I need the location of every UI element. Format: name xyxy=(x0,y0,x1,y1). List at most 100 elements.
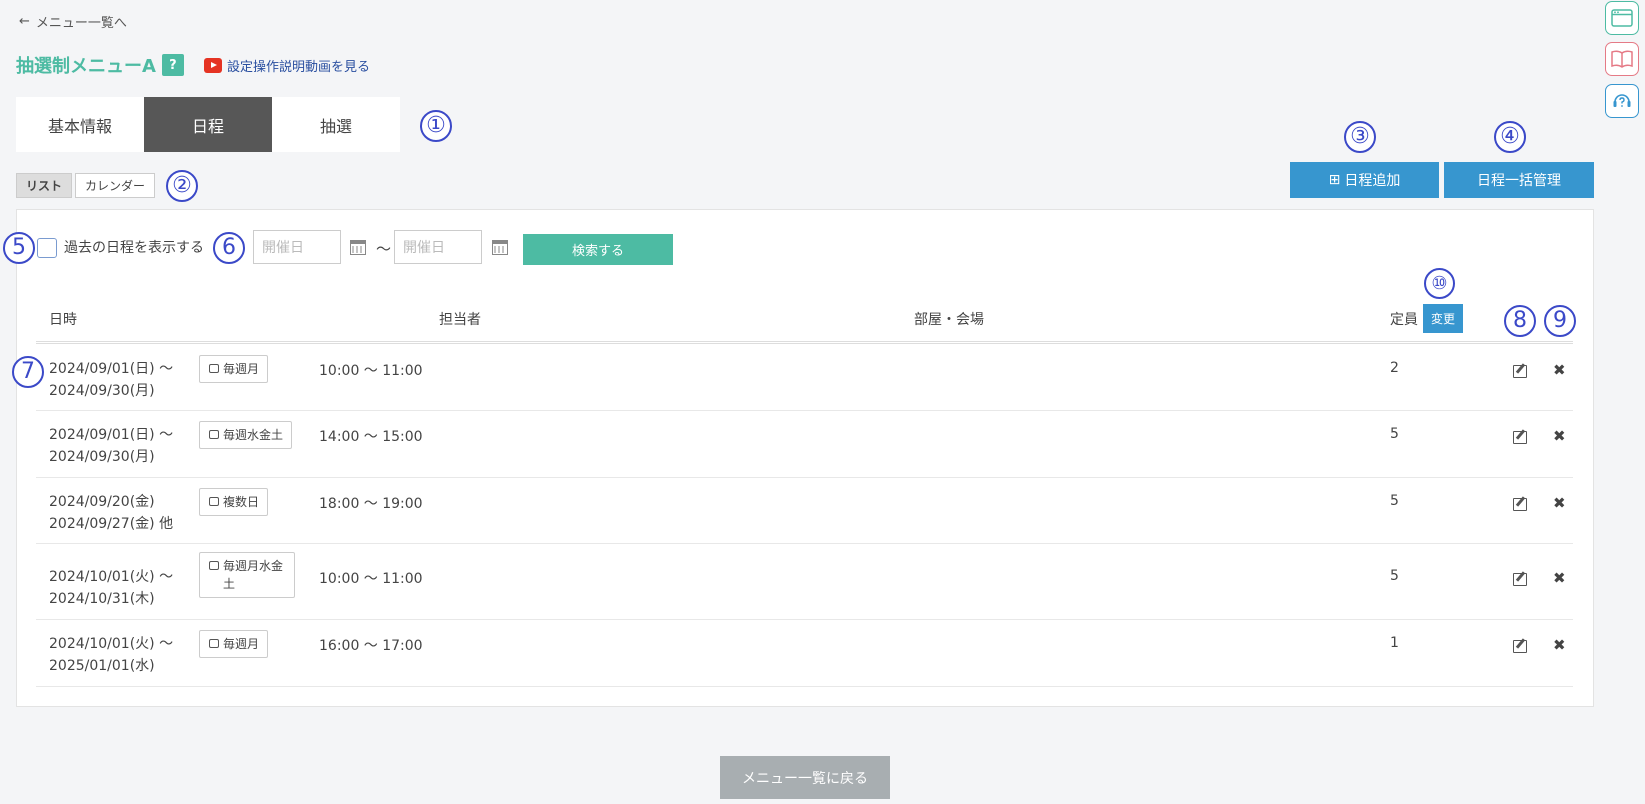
annotation-9: 9 xyxy=(1544,305,1576,337)
book-icon[interactable] xyxy=(1605,42,1639,76)
repeat-icon xyxy=(209,639,219,648)
tab-lottery[interactable]: 抽選 xyxy=(272,97,400,152)
table-row: 2024/10/01(火) 〜 2025/01/01(水) 毎週月 16:00 … xyxy=(36,620,1573,687)
view-toggle: リスト カレンダー xyxy=(16,173,156,198)
tab-schedule[interactable]: 日程 xyxy=(144,97,272,152)
capacity-change-button[interactable]: 変更 xyxy=(1423,304,1463,333)
add-schedule-label: 日程追加 xyxy=(1344,173,1401,189)
delete-icon[interactable]: ✖ xyxy=(1553,636,1566,654)
show-past-label: 過去の日程を表示する xyxy=(64,240,204,256)
edit-icon[interactable] xyxy=(1513,498,1527,511)
row-time: 10:00 〜 11:00 xyxy=(319,363,423,379)
page-title: 抽選制メニューA xyxy=(16,56,156,77)
table-row: 2024/09/20(金) 2024/09/27(金) 他 複数日 18:00 … xyxy=(36,478,1573,544)
video-link[interactable]: 設定操作説明動画を見る xyxy=(203,56,370,75)
row-date-start: 2024/10/01(火) 〜 xyxy=(49,636,174,652)
row-capacity: 2 xyxy=(1390,360,1399,376)
annotation-1: ① xyxy=(420,110,452,142)
annotation-2: ② xyxy=(166,170,198,202)
row-date-start: 2024/09/01(日) 〜 xyxy=(49,427,174,443)
recurrence-badge: 毎週月水金土 xyxy=(199,552,295,598)
recurrence-label: 毎週月水金土 xyxy=(223,559,284,591)
support-icon[interactable] xyxy=(1605,84,1639,118)
range-separator: 〜 xyxy=(376,240,392,258)
back-to-menu-link[interactable]: ← メニュー一覧へ xyxy=(19,12,127,31)
edit-icon[interactable] xyxy=(1513,365,1527,378)
delete-icon[interactable]: ✖ xyxy=(1553,494,1566,512)
bulk-manage-button[interactable]: 日程一括管理 xyxy=(1444,162,1594,198)
start-date-input[interactable]: 開催日 xyxy=(253,230,341,264)
show-past-checkbox[interactable] xyxy=(37,238,57,258)
row-time: 10:00 〜 11:00 xyxy=(319,571,423,587)
row-date-start: 2024/10/01(火) 〜 xyxy=(49,569,174,585)
video-link-label: 設定操作説明動画を見る xyxy=(226,59,370,75)
annotation-3: ③ xyxy=(1344,121,1376,153)
edit-icon[interactable] xyxy=(1513,431,1527,444)
plus-square-icon: ⊞ xyxy=(1328,172,1341,188)
row-time: 18:00 〜 19:00 xyxy=(319,496,423,512)
table-row: 2024/09/01(日) 〜 2024/09/30(月) 毎週水金土 14:0… xyxy=(36,411,1573,478)
row-date-end: 2024/10/31(木) xyxy=(49,591,155,607)
header-divider xyxy=(36,341,1573,344)
recurrence-badge: 複数日 xyxy=(199,488,269,516)
row-time: 14:00 〜 15:00 xyxy=(319,429,423,445)
row-capacity: 5 xyxy=(1390,568,1399,584)
calendar-icon[interactable] xyxy=(492,240,508,255)
recurrence-label: 毎週月 xyxy=(223,637,260,651)
recurrence-label: 複数日 xyxy=(223,495,260,509)
header-room: 部屋・会場 xyxy=(914,312,984,328)
row-capacity: 1 xyxy=(1390,635,1399,651)
back-link-label: メニュー一覧へ xyxy=(35,16,127,31)
calendar-view-button[interactable]: カレンダー xyxy=(75,173,156,198)
table-row: 2024/10/01(火) 〜 2024/10/31(木) 毎週月水金土 10:… xyxy=(36,544,1573,620)
row-capacity: 5 xyxy=(1390,426,1399,442)
annotation-5: 5 xyxy=(3,232,35,264)
annotation-4: ④ xyxy=(1494,121,1526,153)
annotation-6: 6 xyxy=(213,232,245,264)
row-time: 16:00 〜 17:00 xyxy=(319,638,423,654)
recurrence-label: 毎週水金土 xyxy=(223,428,284,442)
delete-icon[interactable]: ✖ xyxy=(1553,569,1566,587)
delete-icon[interactable]: ✖ xyxy=(1553,361,1566,379)
help-icon[interactable]: ? xyxy=(161,54,184,76)
edit-icon[interactable] xyxy=(1513,573,1527,586)
row-date: 2024/09/01(日) 〜 2024/09/30(月) xyxy=(49,358,173,402)
row-date-end: 2025/01/01(水) xyxy=(49,658,155,674)
search-button[interactable]: 検索する xyxy=(523,234,673,265)
tab-bar: 基本情報 日程 抽選 xyxy=(16,97,400,152)
tab-basic-info[interactable]: 基本情報 xyxy=(16,97,144,152)
header-capacity: 定員 xyxy=(1390,312,1418,328)
recurrence-badge: 毎週月 xyxy=(199,630,269,658)
repeat-icon xyxy=(209,364,219,373)
row-date: 2024/09/01(日) 〜 2024/09/30(月) xyxy=(49,424,173,468)
window-icon[interactable] xyxy=(1605,1,1639,35)
end-date-input[interactable]: 開催日 xyxy=(394,230,482,264)
table-row: 2024/09/01(日) 〜 2024/09/30(月) 毎週月 10:00 … xyxy=(36,345,1573,411)
repeat-icon xyxy=(209,561,219,570)
recurrence-badge: 毎週月 xyxy=(199,355,269,383)
row-date-end: 2024/09/27(金) 他 xyxy=(49,516,174,532)
header-staff: 担当者 xyxy=(439,312,481,328)
row-capacity: 5 xyxy=(1390,493,1399,509)
return-to-menu-button[interactable]: メニュー一覧に戻る xyxy=(720,756,890,799)
delete-icon[interactable]: ✖ xyxy=(1553,427,1566,445)
row-date-end: 2024/09/30(月) xyxy=(49,383,155,399)
header-datetime: 日時 xyxy=(49,312,77,328)
edit-icon[interactable] xyxy=(1513,640,1527,653)
row-date: 2024/10/01(火) 〜 2025/01/01(水) xyxy=(49,633,173,677)
calendar-icon[interactable] xyxy=(350,240,366,255)
repeat-icon xyxy=(209,497,219,506)
arrow-left-icon: ← xyxy=(19,14,30,29)
annotation-8: 8 xyxy=(1504,305,1536,337)
add-schedule-button[interactable]: ⊞ 日程追加 xyxy=(1290,162,1439,198)
title-row: 抽選制メニューA ? 設定操作説明動画を見る xyxy=(16,51,370,79)
row-date-start: 2024/09/20(金) xyxy=(49,494,155,510)
annotation-10: ⑩ xyxy=(1424,268,1455,299)
row-date-start: 2024/09/01(日) 〜 xyxy=(49,361,174,377)
recurrence-badge: 毎週水金土 xyxy=(199,421,293,449)
list-view-button[interactable]: リスト xyxy=(16,173,73,198)
repeat-icon xyxy=(209,430,219,439)
row-date: 2024/09/20(金) 2024/09/27(金) 他 xyxy=(49,491,173,535)
recurrence-label: 毎週月 xyxy=(223,362,260,376)
row-date: 2024/10/01(火) 〜 2024/10/31(木) xyxy=(49,566,173,610)
